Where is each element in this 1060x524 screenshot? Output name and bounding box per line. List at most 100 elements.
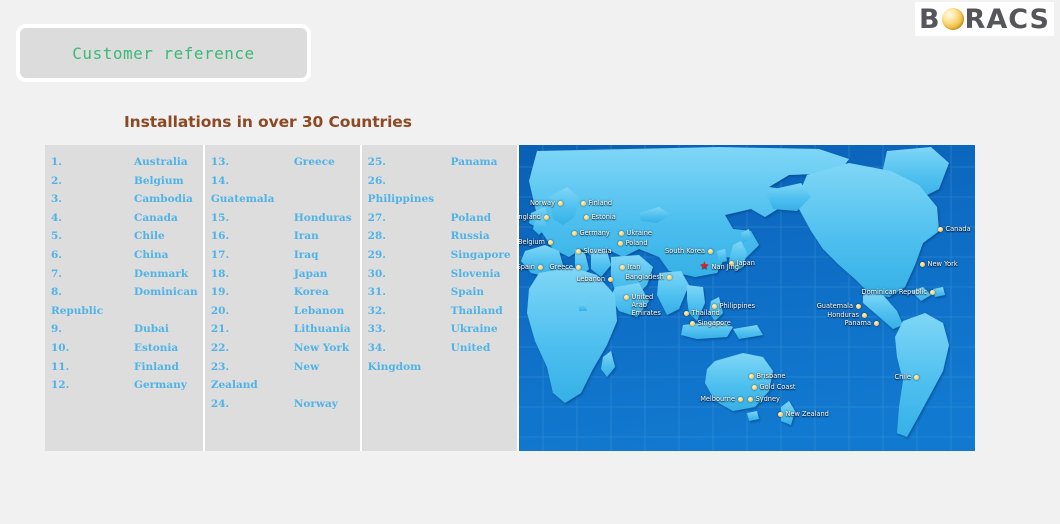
country-list-item: 4. Canada	[51, 209, 199, 228]
country-list-item: 1. Australia	[51, 153, 199, 172]
country-name: Chile	[134, 230, 165, 243]
country-index: 2.	[51, 174, 62, 187]
country-name: Belgium	[134, 174, 184, 187]
country-index: 9.	[51, 323, 62, 336]
map-marker-dot	[667, 274, 673, 280]
map-marker-dot	[548, 239, 554, 245]
country-name: Poland	[450, 211, 492, 224]
country-name: Germany	[134, 379, 187, 392]
map-marker-dot	[581, 200, 587, 206]
country-name: Denmark	[134, 267, 189, 280]
country-list-item: 17. Iraq	[211, 246, 356, 265]
country-index: 23.	[210, 360, 230, 373]
country-index: 1.	[51, 156, 62, 168]
country-list-item: 25. Panama	[368, 153, 513, 172]
map-marker-dot	[576, 264, 582, 270]
country-list-item: 20. Lebanon	[211, 302, 356, 321]
country-index: 21.	[210, 323, 230, 336]
country-index: 18.	[210, 267, 230, 280]
country-name: Australia	[134, 156, 188, 168]
map-marker-dot	[749, 373, 755, 379]
map-marker-dot	[684, 310, 690, 316]
country-list-item: 7. Denmark	[51, 265, 199, 284]
gold-sphere-icon	[941, 8, 964, 30]
map-marker-dot	[874, 320, 880, 326]
country-name: Lithuania	[293, 323, 351, 336]
map-marker-dot	[752, 384, 758, 390]
customer-reference-chip[interactable]: Customer reference	[16, 24, 311, 82]
page-title: Installations in over 30 Countries	[124, 113, 412, 131]
country-list-column-1: 1. Australia 2. Belgium 3. Cambodia 4. Canada 5.…	[45, 145, 203, 451]
country-index: 28.	[367, 230, 386, 243]
country-index: 10.	[51, 341, 70, 354]
country-name: Thailand	[450, 304, 503, 317]
map-marker-dot	[748, 396, 754, 402]
country-index: 32.	[367, 304, 386, 317]
country-index: 34.	[367, 341, 386, 354]
country-name: Singapore	[450, 248, 511, 261]
map-marker-dot	[856, 303, 862, 309]
country-name: Iraq	[293, 248, 319, 261]
country-list-item: 31. Spain	[368, 283, 513, 302]
country-index: 27.	[367, 211, 386, 224]
country-list-item: 33. Ukraine	[368, 320, 513, 339]
country-index: 22.	[210, 341, 230, 354]
country-list-item: 3. Cambodia	[51, 190, 199, 209]
country-list-item: 27. Poland	[368, 209, 513, 228]
country-list-item: 21. Lithuania	[211, 320, 356, 339]
country-list-item: 28. Russia	[368, 227, 513, 246]
country-list-item: 18. Japan	[211, 265, 356, 284]
map-marker-dot	[544, 214, 550, 220]
country-name: Greece	[293, 156, 335, 168]
country-index: 24.	[210, 397, 230, 410]
map-marker-dot	[620, 264, 626, 270]
country-name: Cambodia	[134, 193, 193, 206]
country-name: Korea	[293, 286, 329, 299]
map-marker-dot	[729, 260, 735, 266]
country-list-item: 8. Dominican Republic	[51, 283, 199, 320]
map-marker-dot	[619, 230, 625, 236]
map-marker-dot	[920, 261, 926, 267]
country-list-item: 9. Dubai	[51, 320, 199, 339]
country-name: Estonia	[134, 341, 179, 354]
country-list-item: 10. Estonia	[51, 339, 199, 358]
country-list-item: 14. Guatemala	[211, 172, 356, 209]
map-marker-dot	[690, 320, 696, 326]
map-marker-dot	[608, 276, 614, 282]
country-name: Iran	[293, 230, 319, 243]
country-name: Norway	[293, 397, 338, 410]
map-marker-dot	[618, 240, 624, 246]
country-index: 5.	[51, 230, 62, 243]
map-marker-dot	[584, 214, 590, 220]
country-name: Guatemala	[210, 193, 275, 206]
map-marker-dot	[862, 312, 868, 318]
country-list-item: 24. Norway	[211, 395, 356, 414]
country-list-item: 13. Greece	[211, 153, 356, 172]
map-marker-dot	[930, 289, 936, 295]
country-name: Ukraine	[450, 323, 498, 336]
country-index: 15.	[210, 211, 230, 224]
map-marker-dot	[712, 303, 718, 309]
country-index: 6.	[51, 248, 62, 261]
country-index: 11.	[51, 360, 70, 373]
country-name: Lebanon	[293, 304, 345, 317]
map-marker-dot	[538, 264, 544, 270]
world-map: NorwayFinlandEnglandEstoniaGermanyBelgiu…	[518, 145, 975, 451]
country-list-column-3: 25. Panama 26. Philippines 27. Poland 28. Russi…	[361, 145, 517, 451]
logo-wordmark: B RACS	[919, 6, 1050, 33]
customer-reference-label: Customer reference	[72, 43, 255, 63]
country-list-item: 12. Germany	[51, 376, 199, 395]
country-index: 33.	[367, 323, 386, 336]
logo-text-after: RACS	[964, 3, 1050, 35]
country-index: 29.	[367, 248, 386, 261]
country-list-item: 34. United Kingdom	[368, 339, 513, 376]
country-list-item: 30. Slovenia	[368, 265, 513, 284]
country-list-item: 6. China	[51, 246, 199, 265]
country-list-item: 32. Thailand	[368, 302, 513, 321]
country-name: Dubai	[134, 323, 169, 336]
country-index: 14.	[210, 174, 230, 187]
country-list-item: 22. New York	[211, 339, 356, 358]
map-marker-dot	[938, 226, 944, 232]
country-name: Russia	[450, 230, 490, 243]
map-marker-dot	[914, 374, 920, 380]
